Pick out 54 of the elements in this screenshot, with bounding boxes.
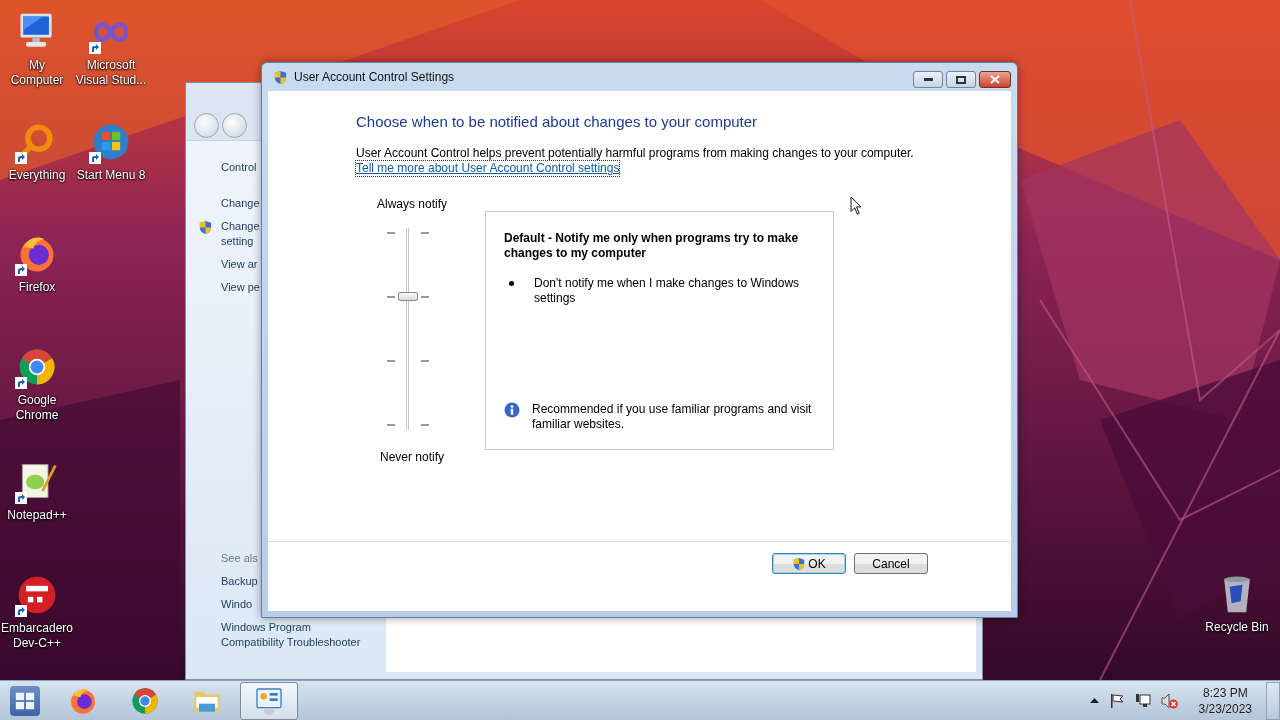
icon-label[interactable]: Embarcadero Dev-C++ <box>0 621 73 651</box>
cancel-button[interactable]: Cancel <box>854 553 928 574</box>
mouse-pointer-icon <box>850 196 863 216</box>
note-text: Recommended if you use familiar programs and visit familiar websites. <box>532 402 813 432</box>
section-heading: See als <box>221 551 259 566</box>
slider-label: Never notify <box>380 450 444 465</box>
icon-label[interactable]: Everything <box>8 168 66 183</box>
shortcut-arrow-icon <box>89 42 101 54</box>
slider-label: Always notify <box>377 197 447 212</box>
icon-label[interactable]: Start Menu 8 <box>76 168 146 183</box>
shortcut-arrow-icon <box>15 152 27 164</box>
shortcut-arrow-icon <box>89 152 101 164</box>
bullet-text: Don't notify me when I make changes to Windows settings <box>534 276 801 306</box>
sidebar-link[interactable]: Windows Program Compatibility Troubleshooter <box>221 620 371 650</box>
shortcut-arrow-icon <box>15 492 27 504</box>
bullet-icon <box>509 281 514 286</box>
windows-logo-icon <box>10 685 40 716</box>
shortcut-arrow-icon <box>15 377 27 389</box>
maximize-button[interactable] <box>946 71 976 88</box>
sidebar-link[interactable]: Control <box>221 160 257 175</box>
close-button[interactable] <box>979 71 1011 88</box>
ok-button[interactable]: OK <box>772 553 846 574</box>
clock-date: 3/23/2023 <box>1198 700 1252 717</box>
window-title: User Account Control Settings <box>294 70 455 84</box>
description-text: User Account Control helps prevent potentially harmful programs from making changes to your computer. <box>356 146 914 161</box>
icon-label[interactable]: My Computer <box>10 58 64 88</box>
info-icon <box>504 402 520 418</box>
help-link[interactable]: Tell me more about User Account Control settings <box>356 161 620 176</box>
icon-label[interactable]: Google Chrome <box>15 393 59 423</box>
slider-thumb[interactable] <box>398 291 418 301</box>
show-hidden-icons-icon[interactable] <box>1089 698 1099 703</box>
sidebar-link[interactable]: Change setting <box>221 219 260 249</box>
shield-icon <box>273 69 288 85</box>
minimize-button[interactable] <box>913 71 943 88</box>
close-icon <box>990 75 1000 84</box>
minimize-icon <box>923 78 933 81</box>
shortcut-arrow-icon <box>15 605 27 617</box>
taskbar-button[interactable] <box>240 681 298 720</box>
shortcut-arrow-icon <box>15 264 27 276</box>
clock[interactable]: 8:23 PM 3/23/2023 <box>1198 684 1252 717</box>
sidebar-link[interactable]: View pe <box>221 280 260 295</box>
network-icon[interactable] <box>1134 692 1151 709</box>
icon-label[interactable]: Firefox <box>18 280 56 295</box>
icon-label[interactable]: Notepad++ <box>7 508 67 523</box>
dialog-heading: Choose when to be notified about changes to your computer <box>356 113 758 131</box>
clock-time: 8:23 PM <box>1202 684 1248 701</box>
sidebar-link[interactable]: View ar <box>221 257 258 272</box>
flag-icon[interactable] <box>1108 692 1125 709</box>
icon-label[interactable]: Recycle Bin <box>1205 620 1269 635</box>
muted-speaker-icon[interactable] <box>1160 692 1179 709</box>
maximize-icon <box>956 75 966 84</box>
sidebar-link[interactable]: Change <box>221 196 260 211</box>
icon-label[interactable]: Microsoft Visual Stud... <box>75 58 147 88</box>
setting-title: Default - Notify me only when programs try to make changes to my computer <box>504 231 800 261</box>
